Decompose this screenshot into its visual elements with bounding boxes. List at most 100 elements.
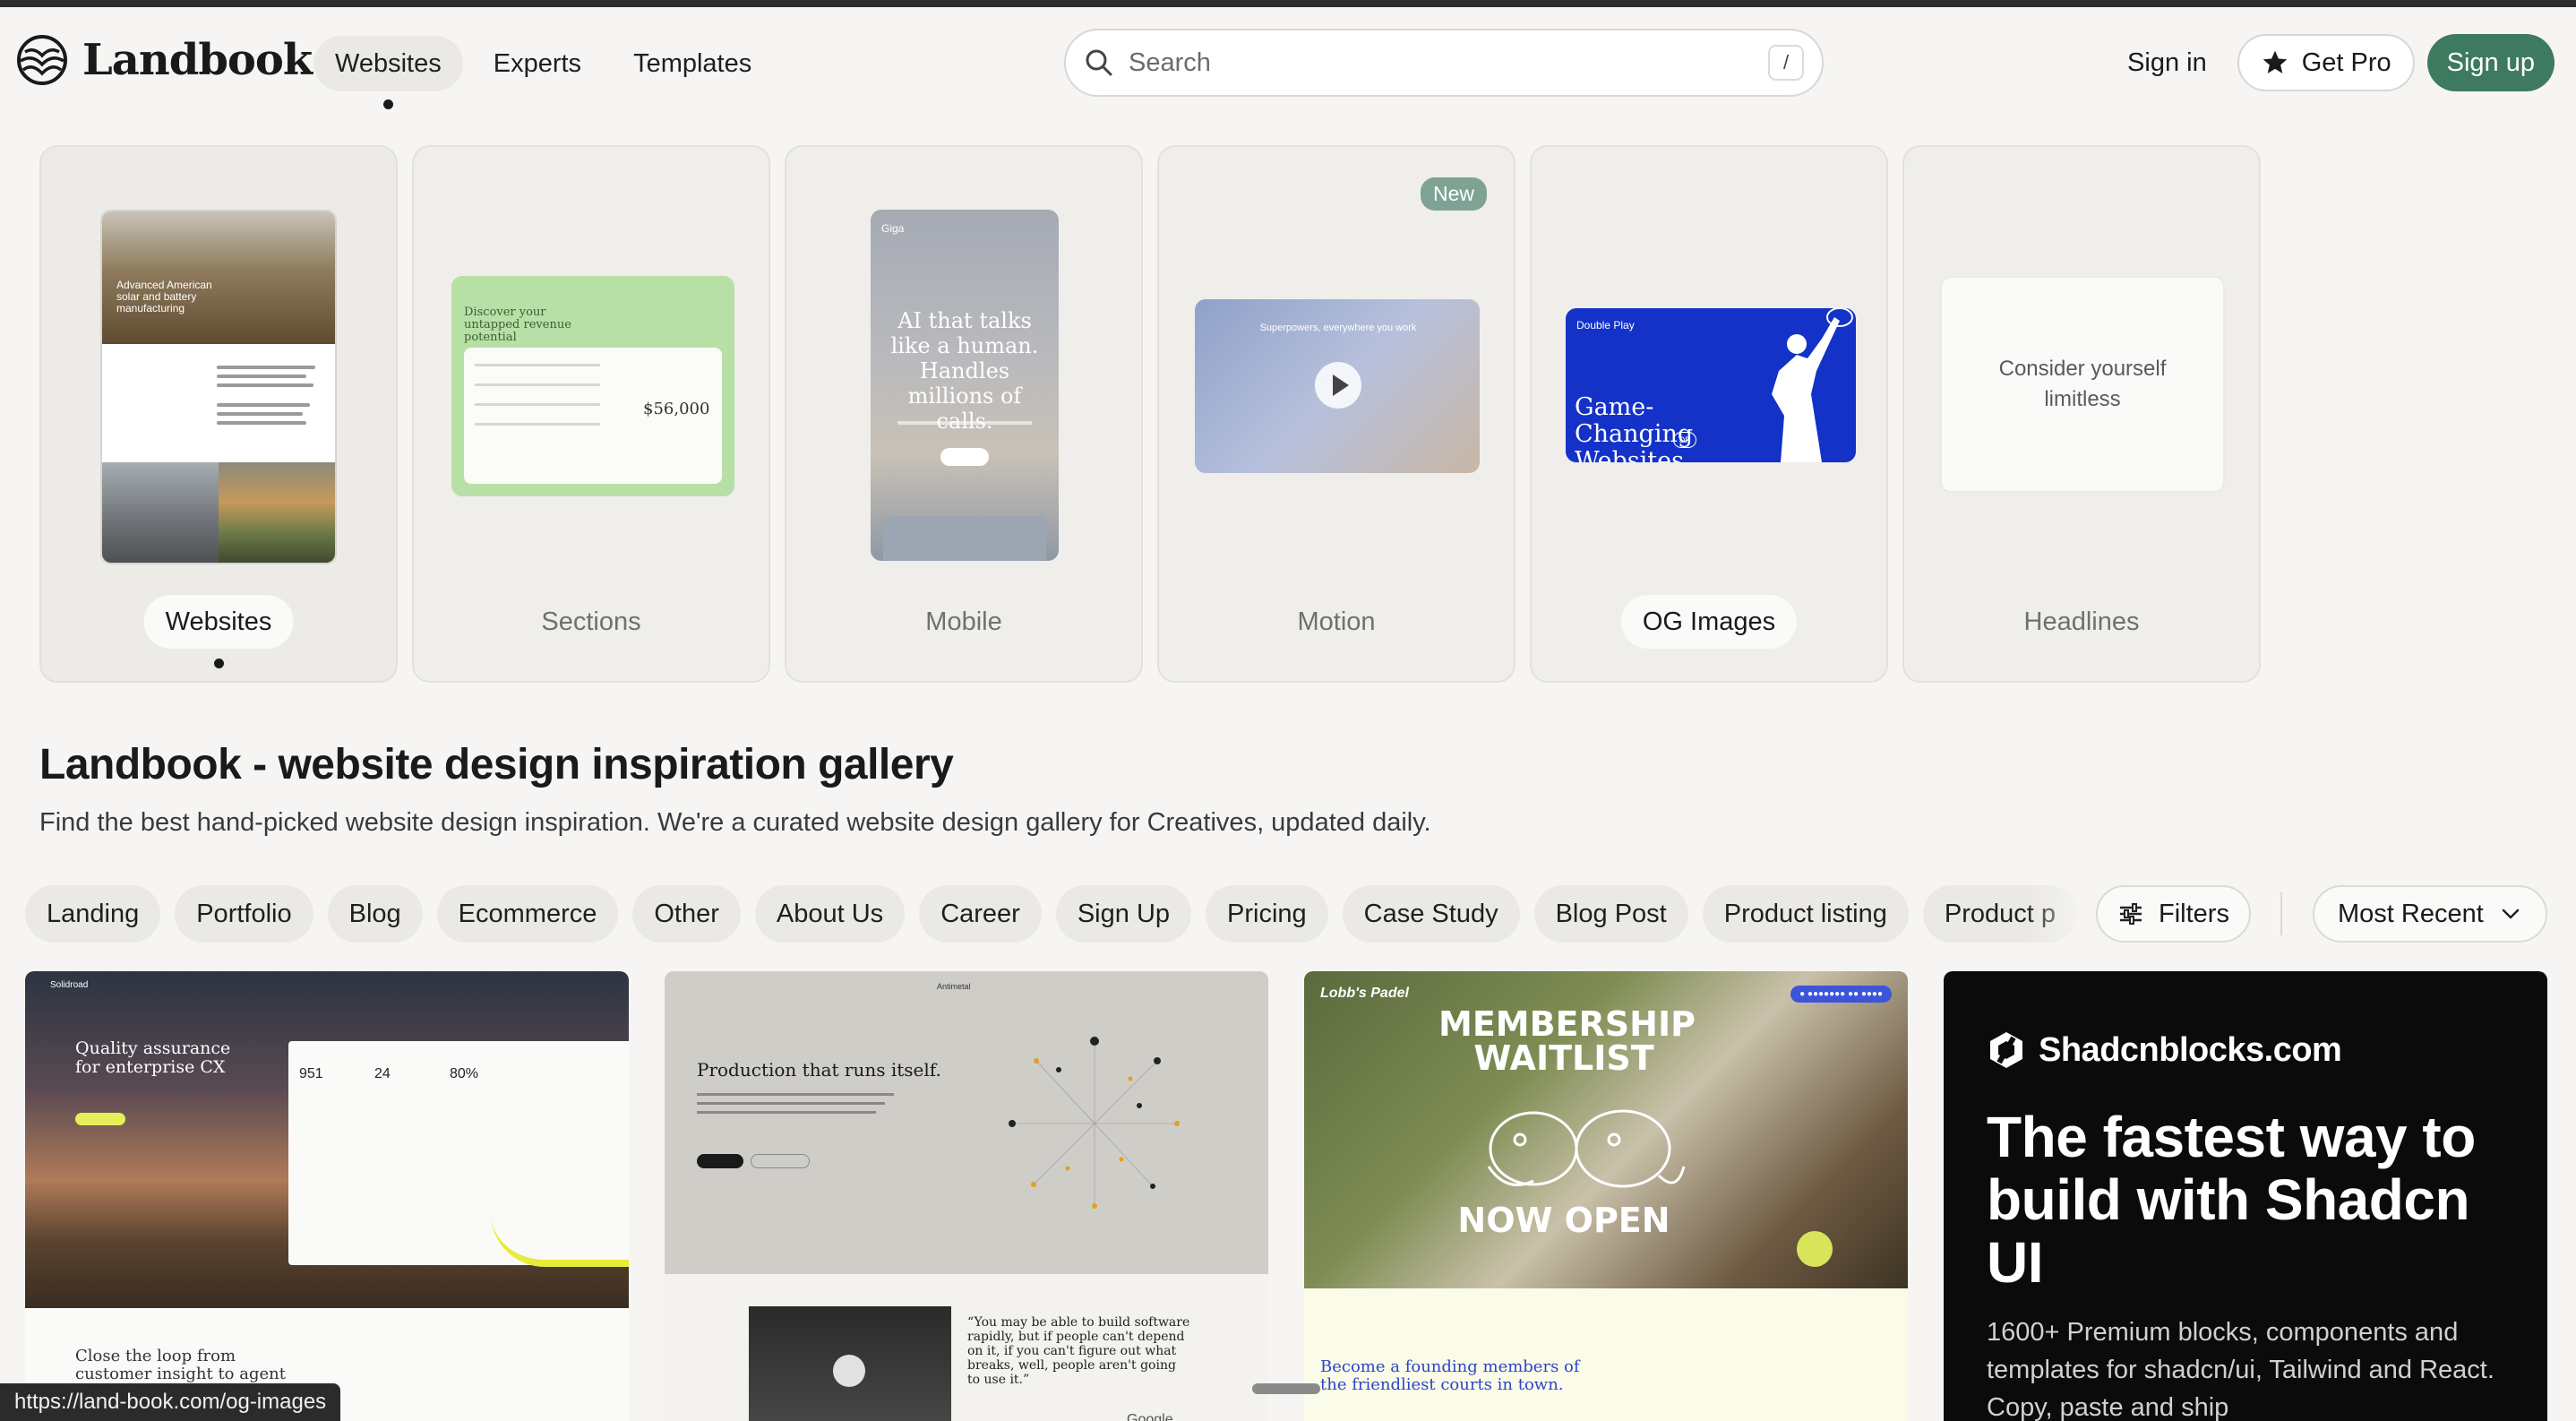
category-label: Websites — [143, 595, 294, 649]
nav-item-websites[interactable]: Websites — [313, 36, 463, 109]
chip-ecommerce[interactable]: Ecommerce — [436, 885, 619, 943]
category-card-headlines[interactable]: Consider yourself limitless Headlines — [1902, 145, 2261, 683]
site-text-line — [697, 1102, 885, 1105]
search-input[interactable] — [1129, 47, 1754, 78]
sign-in-link[interactable]: Sign in — [2109, 34, 2225, 91]
preview-brand: Giga — [881, 222, 905, 235]
landbook-logo-icon — [17, 35, 67, 85]
nav-item-templates[interactable]: Templates — [612, 36, 773, 91]
site-brand: Solidroad — [50, 980, 89, 990]
preview-text-line — [897, 421, 1032, 425]
preview-value: $56,000 — [643, 400, 710, 418]
horizontal-scrollbar[interactable] — [1252, 1383, 1320, 1394]
main-nav: Websites Experts Templates — [313, 36, 773, 109]
preview-headline: AI that talks like a human. Handles mill… — [890, 308, 1039, 434]
preview-text-line — [217, 383, 313, 387]
category-label: Mobile — [925, 607, 1002, 636]
preview-headline: Consider yourself limitless — [1998, 357, 2167, 411]
active-indicator-dot — [214, 659, 224, 668]
chip-case-study[interactable]: Case Study — [1342, 885, 1520, 943]
chip-blog-post[interactable]: Blog Post — [1533, 885, 1688, 943]
site-brand: Lobb's Padel — [1320, 986, 1409, 1001]
chip-other[interactable]: Other — [632, 885, 741, 943]
preview-panel: $56,000 — [464, 348, 722, 484]
tennis-ball-icon — [1797, 1231, 1833, 1267]
site-headline: MEMBERSHIP WAITLIST — [1438, 1004, 1696, 1078]
header-actions: Sign in Get Pro Sign up — [2109, 34, 2555, 91]
nav-item-label: Templates — [633, 48, 752, 78]
logo[interactable]: Landbook — [16, 34, 313, 86]
site-headline: The fastest way to build with Shadcn UI — [1987, 1105, 2476, 1295]
chip-product-listing[interactable]: Product listing — [1702, 885, 1909, 943]
logo-text: Landbook — [82, 35, 313, 85]
get-pro-button[interactable]: Get Pro — [2237, 34, 2415, 91]
site-subheading: Become a founding members of the friendl… — [1320, 1357, 1580, 1394]
preview-button — [940, 448, 989, 466]
chip-pricing[interactable]: Pricing — [1206, 885, 1328, 943]
preview-title: Discover your untapped revenue potential — [464, 306, 571, 344]
preview-text-line — [217, 421, 306, 425]
play-icon — [1315, 362, 1361, 409]
headlines-preview: Consider yourself limitless — [1940, 276, 2225, 493]
preview-badge: DP — [1673, 432, 1696, 448]
tag-filter-chips: Landing Portfolio Blog Ecommerce Other A… — [25, 885, 2103, 943]
preview-brand: Double Play — [1576, 319, 1635, 332]
category-card-sections[interactable]: Discover your untapped revenue potential… — [412, 145, 770, 683]
category-label: Sections — [541, 607, 641, 636]
nav-item-experts[interactable]: Experts — [472, 36, 603, 91]
stat-value: 24 — [374, 1066, 391, 1081]
gallery-item[interactable]: Antimetal Production that runs itself. “… — [665, 971, 1268, 1421]
site-text-line — [697, 1111, 876, 1114]
sort-select[interactable]: Most Recent — [2313, 885, 2547, 943]
filters-label: Filters — [2159, 899, 2229, 928]
preview-row — [475, 364, 600, 366]
browser-status-url: https://land-book.com/og-images — [0, 1383, 341, 1421]
category-card-websites[interactable]: Advanced American solar and battery manu… — [39, 145, 398, 683]
preview-footer — [883, 516, 1046, 561]
chip-career[interactable]: Career — [919, 885, 1042, 943]
motion-preview-image: Superpowers, everywhere you work — [1195, 299, 1480, 473]
category-label: Motion — [1297, 607, 1376, 636]
sliders-icon — [2120, 903, 2142, 925]
site-headline-secondary: NOW OPEN — [1457, 1201, 1670, 1240]
shadcnblocks-logo-icon — [1990, 1032, 2022, 1068]
search-icon — [1086, 49, 1112, 76]
site-text-line — [697, 1093, 894, 1096]
filters-button[interactable]: Filters — [2096, 885, 2251, 943]
category-label: Headlines — [2023, 607, 2140, 636]
preview-photo — [219, 462, 335, 563]
chip-sign-up[interactable]: Sign Up — [1055, 885, 1192, 943]
category-cards: Advanced American solar and battery manu… — [39, 145, 2261, 683]
gallery-item[interactable]: Shadcnblocks.com The fastest way to buil… — [1944, 971, 2547, 1421]
preview-text-line — [217, 403, 310, 407]
stat-value: 80% — [450, 1066, 479, 1081]
category-card-og-images[interactable]: Double Play Game-Changing Websites DP OG… — [1530, 145, 1888, 683]
star-icon — [2263, 50, 2288, 73]
site-headline: Production that runs itself. — [697, 1059, 941, 1081]
screenshot-hero: Solidroad Quality assurance for enterpri… — [25, 971, 629, 1308]
preview-headline: Superpowers, everywhere you work — [1259, 323, 1417, 333]
search-bar[interactable]: / — [1064, 29, 1824, 97]
chip-portfolio[interactable]: Portfolio — [175, 885, 313, 943]
site-cta — [75, 1113, 125, 1125]
screenshot-hero: Lobb's Padel ● ●●●●●●● ●● ●●●● MEMBERSHI… — [1304, 971, 1908, 1288]
sort-label: Most Recent — [2338, 899, 2484, 928]
preview-text-line — [217, 366, 315, 369]
gallery-item[interactable]: Lobb's Padel ● ●●●●●●● ●● ●●●● MEMBERSHI… — [1304, 971, 1908, 1421]
mobile-preview-image: Giga AI that talks like a human. Handles… — [871, 210, 1059, 561]
category-card-motion[interactable]: New Superpowers, everywhere you work Mot… — [1157, 145, 1516, 683]
sign-up-button[interactable]: Sign up — [2426, 34, 2555, 91]
chevron-down-icon — [2502, 909, 2520, 919]
category-card-mobile[interactable]: Giga AI that talks like a human. Handles… — [785, 145, 1143, 683]
websites-preview-image: Advanced American solar and battery manu… — [100, 210, 337, 564]
chip-about-us[interactable]: About Us — [754, 885, 906, 943]
browser-top-edge — [0, 0, 2576, 7]
gallery-item[interactable]: Solidroad Quality assurance for enterpri… — [25, 971, 629, 1421]
site-description: 1600+ Premium blocks, components and tem… — [1987, 1318, 2494, 1421]
site-header: Landbook Websites Experts Templates / Si… — [0, 7, 2576, 115]
chip-blog[interactable]: Blog — [327, 885, 423, 943]
chip-landing[interactable]: Landing — [25, 885, 161, 943]
dot-burst-graphic — [1009, 1037, 1180, 1209]
site-cta — [697, 1154, 743, 1168]
website-gallery: Solidroad Quality assurance for enterpri… — [25, 971, 2547, 1421]
